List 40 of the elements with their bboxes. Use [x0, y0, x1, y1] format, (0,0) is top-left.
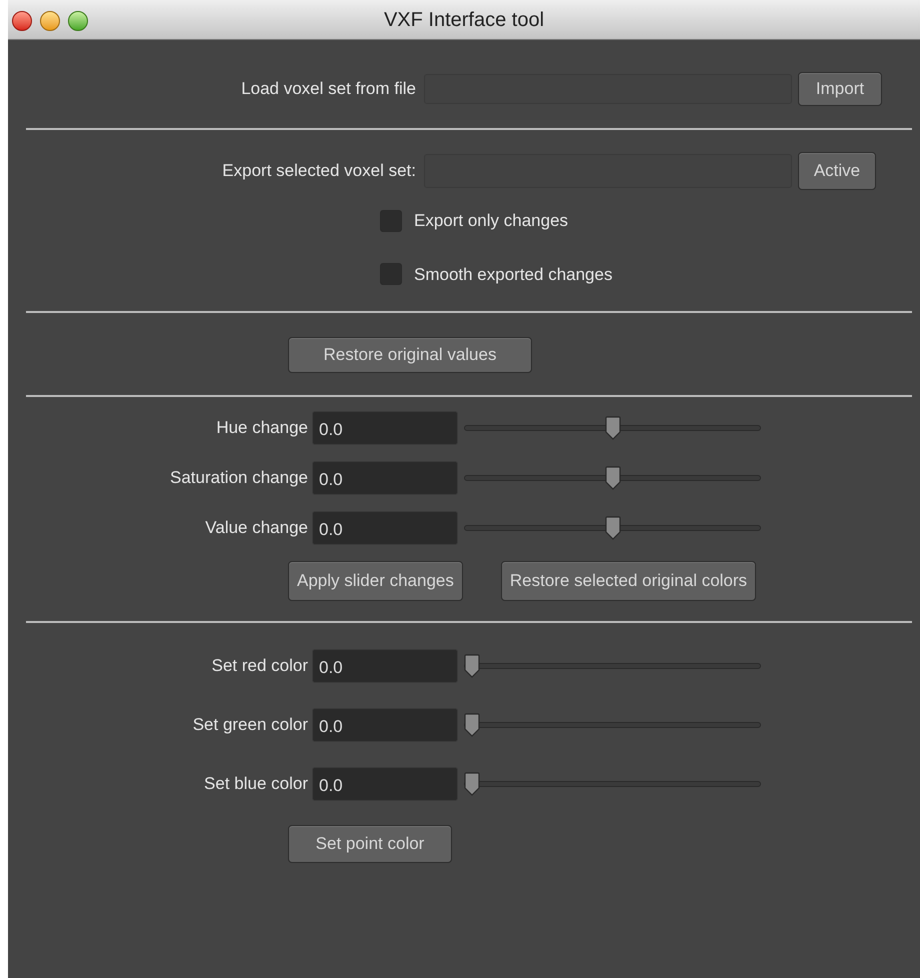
slider[interactable] [464, 772, 761, 796]
export-label: Export selected voxel set: [221, 160, 416, 182]
slider[interactable] [464, 516, 761, 540]
value-field[interactable]: 0.0 [312, 767, 458, 801]
value-field[interactable]: 0.0 [312, 411, 458, 445]
value-field[interactable]: 0.0 [312, 511, 458, 545]
slider-label: Set green color [192, 714, 308, 736]
slider-label: Saturation change [169, 467, 308, 490]
slider-thumb[interactable] [604, 516, 620, 540]
window-title: VXF Interface tool [384, 8, 544, 32]
slider[interactable] [464, 416, 761, 440]
slider-label: Value change [204, 517, 308, 540]
active-button[interactable]: Active [798, 152, 876, 190]
checkbox-label: Export only changes [414, 210, 568, 232]
slider-label: Set red color [210, 655, 308, 678]
close-icon[interactable] [12, 11, 32, 31]
value-field[interactable]: 0.0 [312, 461, 458, 495]
import-button[interactable]: Import [798, 72, 882, 106]
load-label: Load voxel set from file [240, 78, 416, 100]
value-field[interactable]: 0.0 [312, 708, 458, 742]
slider-label: Hue change [215, 417, 308, 440]
slider-thumb[interactable] [464, 654, 480, 678]
slider-label: Set blue color [203, 773, 308, 796]
slider[interactable] [464, 654, 761, 678]
zoom-icon[interactable] [68, 11, 88, 31]
slider-thumb[interactable] [464, 772, 480, 796]
checkbox[interactable] [380, 210, 402, 232]
slider[interactable] [464, 713, 761, 737]
checkbox-label: Smooth exported changes [414, 264, 612, 286]
value-field[interactable]: 0.0 [312, 649, 458, 683]
slider-thumb[interactable] [604, 416, 620, 440]
set-point-color-button[interactable]: Set point color [288, 825, 452, 863]
slider[interactable] [464, 466, 761, 490]
restore-values-button[interactable]: Restore original values [288, 337, 532, 373]
minimize-icon[interactable] [40, 11, 60, 31]
slider-thumb[interactable] [464, 713, 480, 737]
action-button[interactable]: Restore selected original colors [500, 561, 756, 601]
checkbox[interactable] [380, 263, 402, 286]
action-button[interactable]: Apply slider changes [288, 561, 463, 601]
slider-thumb[interactable] [604, 466, 620, 490]
